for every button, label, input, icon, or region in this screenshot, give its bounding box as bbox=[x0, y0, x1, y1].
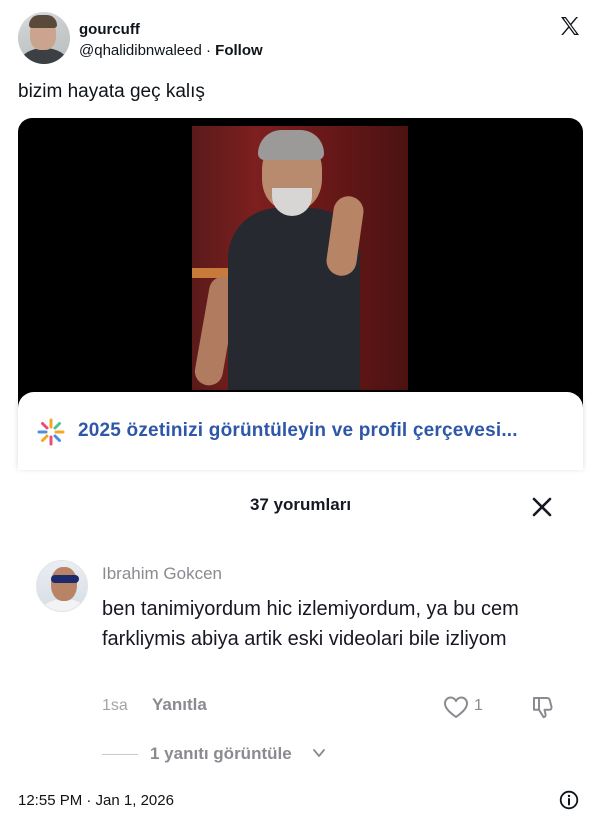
author-avatar[interactable] bbox=[18, 12, 70, 64]
comments-count: 37 yorumları bbox=[249, 495, 352, 514]
view-replies-label[interactable]: 1 yanıtı görüntüle bbox=[150, 744, 292, 764]
author-name[interactable]: gourcuff bbox=[79, 21, 263, 39]
tweet-media[interactable] bbox=[18, 118, 583, 424]
avatar-shirt bbox=[20, 48, 68, 64]
comment-time: 1sa bbox=[102, 697, 128, 714]
close-icon[interactable] bbox=[529, 494, 555, 520]
reply-button[interactable]: Yanıtla bbox=[152, 695, 207, 715]
sparkle-icon bbox=[37, 418, 65, 446]
replies-divider bbox=[102, 754, 138, 755]
avatar-hair bbox=[29, 15, 57, 28]
like-count: 1 bbox=[474, 697, 483, 714]
promo-banner[interactable]: 2025 özetinizi görüntüleyin ve profil çe… bbox=[18, 392, 583, 470]
commenter-avatar[interactable] bbox=[36, 560, 88, 612]
author-block: gourcuff @qhalidibnwaleed · Follow bbox=[79, 21, 263, 61]
like-button[interactable]: 1 bbox=[442, 694, 492, 720]
tweet-header: gourcuff @qhalidibnwaleed · Follow bbox=[18, 12, 584, 66]
info-icon[interactable] bbox=[559, 790, 579, 810]
chevron-down-icon[interactable] bbox=[312, 746, 326, 760]
author-handle[interactable]: @qhalidibnwaleed bbox=[79, 42, 202, 59]
commenter-sunglasses bbox=[51, 575, 79, 583]
person-hair bbox=[258, 130, 324, 160]
comment-text: ben tanimiyordum hic izlemiyordum, ya bu… bbox=[102, 598, 519, 650]
view-replies[interactable]: 1 yanıtı görüntüle bbox=[102, 742, 362, 766]
video-frame[interactable] bbox=[192, 126, 408, 390]
comment-actions: 1sa Yanıtla 1 bbox=[102, 694, 572, 720]
x-logo-icon[interactable] bbox=[558, 14, 582, 38]
tweet-text: bizim hayata geç kalış bbox=[18, 81, 205, 102]
commenter-face bbox=[51, 567, 77, 601]
heart-icon[interactable] bbox=[442, 694, 470, 720]
meta-separator: · bbox=[201, 42, 216, 59]
tweet-timestamp[interactable]: 12:55 PM · Jan 1, 2026 bbox=[18, 792, 174, 809]
comments-header: 37 yorumları bbox=[18, 490, 583, 524]
author-meta: @qhalidibnwaleed · Follow bbox=[79, 41, 263, 61]
follow-button[interactable]: Follow bbox=[215, 42, 263, 59]
promo-text[interactable]: 2025 özetinizi görüntüleyin ve profil çe… bbox=[78, 419, 518, 443]
comment-author[interactable]: Ibrahim Gokcen bbox=[102, 564, 222, 584]
thumbs-down-icon[interactable] bbox=[530, 694, 558, 720]
